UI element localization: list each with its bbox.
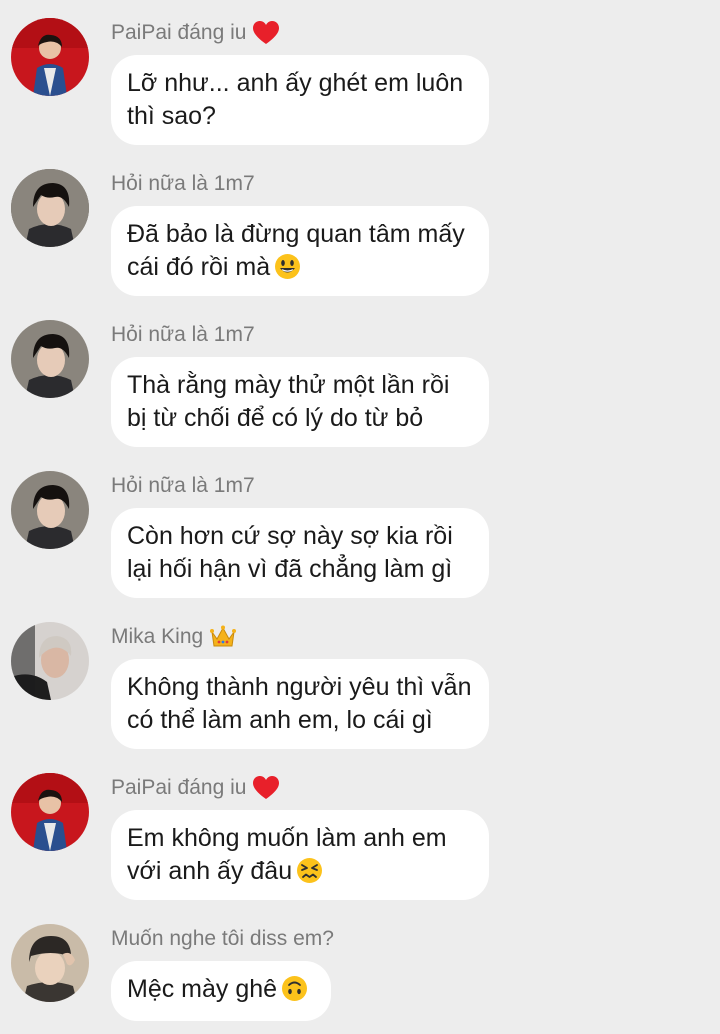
sender-name: Mika King bbox=[111, 622, 237, 652]
avatar[interactable] bbox=[11, 924, 89, 1002]
grinning-face-icon bbox=[274, 253, 301, 280]
message-bubble[interactable]: Mệc mày ghê bbox=[111, 961, 331, 1021]
avatar[interactable] bbox=[11, 320, 89, 398]
avatar[interactable] bbox=[11, 773, 89, 851]
red-heart-icon bbox=[252, 20, 280, 46]
red-heart-icon bbox=[252, 775, 280, 801]
sender-name: PaiPai đáng iu bbox=[111, 18, 280, 48]
avatar[interactable] bbox=[11, 471, 89, 549]
avatar[interactable] bbox=[11, 18, 89, 96]
sender-name: Hỏi nữa là 1m7 bbox=[111, 172, 255, 195]
message-bubble[interactable]: Đã bảo là đừng quan tâm mấy cái đó rồi m… bbox=[111, 206, 489, 296]
avatar[interactable] bbox=[11, 169, 89, 247]
upside-down-face-icon bbox=[281, 975, 308, 1002]
sender-name: PaiPai đáng iu bbox=[111, 773, 280, 803]
message-bubble[interactable]: Còn hơn cứ sợ này sợ kia rồi lại hối hận… bbox=[111, 508, 489, 598]
sender-name: Hỏi nữa là 1m7 bbox=[111, 323, 255, 346]
message-bubble[interactable]: Em không muốn làm anh em với anh ấy đâu bbox=[111, 810, 489, 900]
avatar[interactable] bbox=[11, 622, 89, 700]
message-bubble[interactable]: Không thành người yêu thì vẫn có thể làm… bbox=[111, 659, 489, 749]
crown-icon bbox=[209, 624, 237, 650]
sender-name: Hỏi nữa là 1m7 bbox=[111, 474, 255, 497]
message-bubble[interactable]: Thà rằng mày thử một lần rồi bị từ chối … bbox=[111, 357, 489, 447]
message-bubble[interactable]: Lỡ như... anh ấy ghét em luôn thì sao? bbox=[111, 55, 489, 145]
confounded-face-icon bbox=[296, 857, 323, 884]
sender-name: Muốn nghe tôi diss em? bbox=[111, 927, 334, 950]
